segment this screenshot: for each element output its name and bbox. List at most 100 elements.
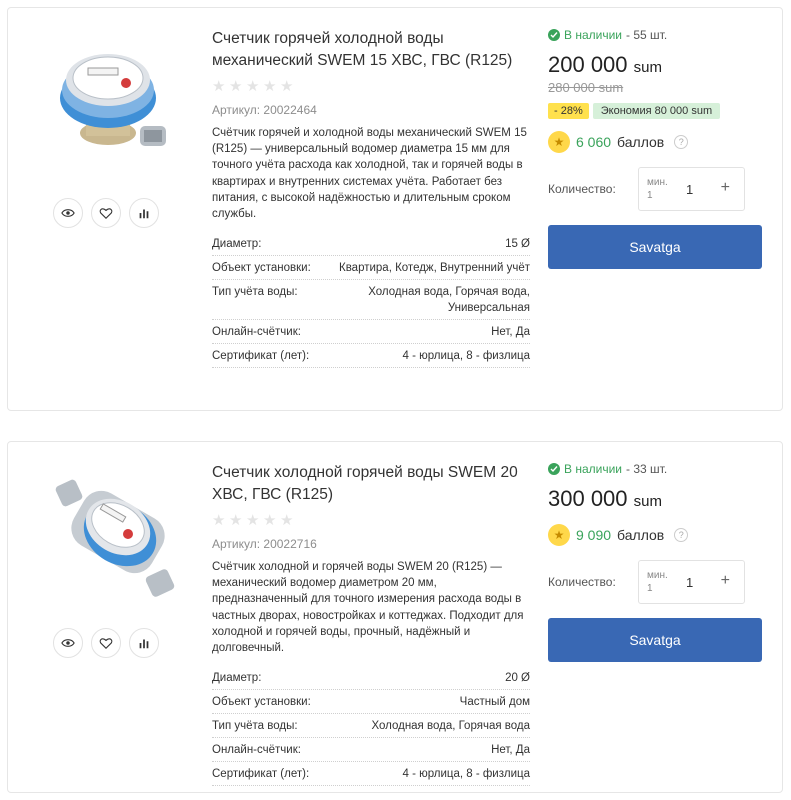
price-value: 300 000 bbox=[548, 486, 628, 511]
rating-stars[interactable]: ★ ★ ★ ★ ★ bbox=[212, 512, 532, 529]
bar-chart-icon bbox=[139, 209, 149, 219]
eye-icon bbox=[61, 209, 75, 217]
stock-status: В наличии - 33 шт. bbox=[548, 462, 764, 476]
add-to-cart-button[interactable]: Savatga bbox=[548, 225, 762, 269]
price-value: 200 000 bbox=[548, 52, 628, 77]
old-price: 280 000 sum bbox=[548, 80, 624, 95]
price-currency: sum bbox=[633, 59, 662, 76]
stock-count: - 55 шт. bbox=[626, 28, 668, 42]
product-card: Счетчик холодной горячей воды SWEM 20 ХВ… bbox=[7, 441, 783, 793]
wishlist-button[interactable] bbox=[91, 198, 121, 228]
star-icon: ★ bbox=[229, 512, 243, 529]
discount-badge: - 28% bbox=[548, 103, 589, 119]
product-actions bbox=[53, 198, 159, 228]
prop-row: Объект установки: Частный дом bbox=[212, 690, 530, 715]
prop-name: Диаметр: bbox=[212, 238, 262, 251]
bonus-points: ★ 9 090 баллов ? bbox=[548, 524, 764, 546]
quantity-stepper[interactable]: мин. 1 1 + bbox=[638, 167, 745, 211]
stock-status: В наличии - 55 шт. bbox=[548, 28, 764, 42]
star-icon: ★ bbox=[246, 78, 260, 95]
help-icon[interactable]: ? bbox=[674, 528, 689, 542]
buy-block: В наличии - 55 шт. 200 000 sum 280 000 s… bbox=[548, 28, 764, 269]
bar-chart-icon bbox=[139, 639, 149, 649]
product-info: Счетчик холодной горячей воды SWEM 20 ХВ… bbox=[212, 462, 532, 787]
star-icon: ★ bbox=[280, 512, 294, 529]
prop-name: Тип учёта воды: bbox=[212, 720, 298, 733]
prop-row: Сертификат (лет): 4 - юрлица, 8 - физлица bbox=[212, 762, 530, 787]
buy-block: В наличии - 33 шт. 300 000 sum ★ 9 090 б… bbox=[548, 462, 764, 662]
add-to-cart-button[interactable]: Savatga bbox=[548, 618, 762, 662]
wishlist-button[interactable] bbox=[91, 628, 121, 658]
prop-name: Онлайн-счётчик: bbox=[212, 744, 301, 757]
prop-value: 20 Ø bbox=[505, 672, 530, 685]
star-icon: ★ bbox=[212, 512, 226, 529]
product-title[interactable]: Счетчик холодной горячей воды SWEM 20 ХВ… bbox=[212, 462, 532, 506]
product-image[interactable] bbox=[48, 38, 183, 158]
product-description: Счётчик холодной и горячей воды SWEM 20 … bbox=[212, 561, 524, 655]
plus-icon[interactable]: + bbox=[721, 179, 730, 197]
prop-name: Тип учёта воды: bbox=[212, 286, 298, 299]
stock-label: В наличии bbox=[564, 462, 623, 476]
prop-value: Холодная вода, Горячая вода bbox=[371, 720, 530, 733]
prop-value: 15 Ø bbox=[505, 238, 530, 251]
product-sku: Артикул: 20022464 bbox=[212, 103, 317, 117]
star-icon: ★ bbox=[263, 512, 277, 529]
product-props: Диаметр: 20 Ø Объект установки: Частный до… bbox=[212, 666, 530, 787]
bonus-label: баллов bbox=[617, 527, 665, 543]
bonus-value: 9 090 bbox=[576, 527, 612, 543]
stock-count: - 33 шт. bbox=[626, 462, 668, 476]
star-icon: ★ bbox=[229, 78, 243, 95]
product-card: Счетчик горячей холодной воды механическ… bbox=[7, 7, 783, 411]
quick-view-button[interactable] bbox=[53, 198, 83, 228]
check-icon bbox=[548, 463, 560, 475]
prop-name: Онлайн-счётчик: bbox=[212, 326, 301, 339]
product-sku: Артикул: 20022716 bbox=[212, 537, 317, 551]
star-icon: ★ bbox=[263, 78, 277, 95]
product-info: Счетчик горячей холодной воды механическ… bbox=[212, 28, 532, 369]
compare-button[interactable] bbox=[129, 628, 159, 658]
plus-icon[interactable]: + bbox=[721, 572, 730, 590]
stock-label: В наличии bbox=[564, 28, 623, 42]
prop-name: Сертификат (лет): bbox=[212, 768, 310, 781]
quantity-value[interactable]: 1 bbox=[686, 182, 693, 197]
prop-value: Квартира, Котедж, Внутренний учёт bbox=[339, 262, 530, 275]
price-currency: sum bbox=[633, 493, 662, 510]
product-description: Счётчик горячей и холодной воды механиче… bbox=[212, 127, 527, 221]
quantity-label: Количество: bbox=[548, 575, 616, 589]
heart-icon bbox=[99, 638, 113, 650]
prop-value: Холодная вода, Горячая вода, Универсальн… bbox=[368, 286, 530, 315]
discount-badges: - 28% Экономия 80 000 sum bbox=[548, 103, 764, 119]
prop-row: Тип учёта воды: Холодная вода, Горячая во… bbox=[212, 280, 530, 321]
help-icon[interactable]: ? bbox=[674, 135, 689, 149]
quantity-row: Количество: мин. 1 1 + bbox=[548, 560, 764, 604]
heart-icon bbox=[99, 208, 113, 220]
price: 200 000 sum bbox=[548, 52, 764, 78]
prop-row: Объект установки: Квартира, Котедж, Внутр… bbox=[212, 256, 530, 281]
prop-row: Диаметр: 20 Ø bbox=[212, 666, 530, 691]
economy-badge: Экономия 80 000 sum bbox=[592, 103, 721, 119]
quantity-value[interactable]: 1 bbox=[686, 575, 693, 590]
rating-stars[interactable]: ★ ★ ★ ★ ★ bbox=[212, 78, 532, 95]
quick-view-button[interactable] bbox=[53, 628, 83, 658]
check-icon bbox=[548, 29, 560, 41]
prop-row: Диаметр: 15 Ø bbox=[212, 232, 530, 257]
prop-value: 4 - юрлица, 8 - физлица bbox=[402, 350, 530, 363]
prop-row: Онлайн-счётчик: Нет, Да bbox=[212, 320, 530, 345]
compare-button[interactable] bbox=[129, 198, 159, 228]
product-props: Диаметр: 15 Ø Объект установки: Квартира, … bbox=[212, 232, 530, 369]
quantity-row: Количество: мин. 1 1 + bbox=[548, 167, 764, 211]
bonus-label: баллов bbox=[617, 134, 665, 150]
bonus-points: ★ 6 060 баллов ? bbox=[548, 131, 764, 153]
bonus-value: 6 060 bbox=[576, 134, 612, 150]
eye-icon bbox=[61, 639, 75, 647]
price: 300 000 sum bbox=[548, 486, 764, 512]
prop-name: Сертификат (лет): bbox=[212, 350, 310, 363]
quantity-label: Количество: bbox=[548, 182, 616, 196]
product-image[interactable] bbox=[48, 472, 183, 597]
product-title[interactable]: Счетчик горячей холодной воды механическ… bbox=[212, 28, 532, 72]
star-coin-icon: ★ bbox=[548, 524, 570, 546]
quantity-stepper[interactable]: мин. 1 1 + bbox=[638, 560, 745, 604]
prop-value: 4 - юрлица, 8 - физлица bbox=[402, 768, 530, 781]
product-actions bbox=[53, 628, 159, 658]
prop-value: Нет, Да bbox=[491, 744, 530, 757]
